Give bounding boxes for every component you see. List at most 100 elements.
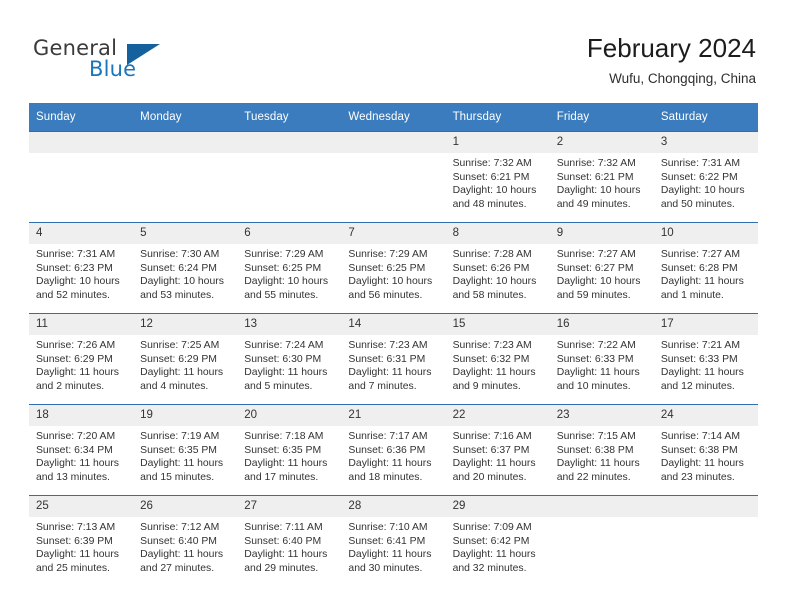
day-number xyxy=(237,132,342,153)
sunrise-text: Sunrise: 7:25 AM xyxy=(140,340,220,351)
day-number xyxy=(133,132,238,153)
daylight-text: Daylight: 11 hours and 10 minutes. xyxy=(556,367,640,392)
sunrise-text: Sunrise: 7:30 AM xyxy=(140,249,220,260)
calendar-day-cell[interactable]: 6 Sunrise: 7:29 AM Sunset: 6:25 PM Daylight… xyxy=(237,222,342,314)
calendar-day-cell[interactable]: 8 Sunrise: 7:28 AM Sunset: 6:26 PM Daylight… xyxy=(445,222,550,314)
calendar-day-cell[interactable]: 27 Sunrise: 7:11 AM Sunset: 6:40 PM Dayligh… xyxy=(237,495,342,586)
sunset-text: Sunset: 6:22 PM xyxy=(660,171,738,183)
sunset-text: Sunset: 6:42 PM xyxy=(452,535,530,547)
sunset-text: Sunset: 6:27 PM xyxy=(556,262,634,274)
calendar-week-row: 11 Sunrise: 7:26 AM Sunset: 6:29 PM Dayligh… xyxy=(29,313,758,405)
daylight-text: Daylight: 11 hours and 27 minutes. xyxy=(140,549,224,574)
daylight-text: Daylight: 10 hours and 56 minutes. xyxy=(348,276,433,301)
sunset-text: Sunset: 6:29 PM xyxy=(140,353,217,365)
daylight-text: Daylight: 11 hours and 13 minutes. xyxy=(36,458,119,483)
calendar-day-cell[interactable]: 2 Sunrise: 7:32 AM Sunset: 6:21 PM Daylight… xyxy=(549,131,654,223)
day-number xyxy=(29,132,134,153)
daylight-text: Daylight: 11 hours and 17 minutes. xyxy=(244,458,328,483)
calendar-day-cell[interactable]: 19 Sunrise: 7:19 AM Sunset: 6:35 PM Dayligh… xyxy=(133,404,238,496)
day-number: 18 xyxy=(29,405,134,426)
day-number: 8 xyxy=(445,223,550,244)
sunrise-text: Sunrise: 7:26 AM xyxy=(36,340,116,351)
day-number xyxy=(653,496,758,517)
calendar-day-cell[interactable]: 23 Sunrise: 7:15 AM Sunset: 6:38 PM Dayligh… xyxy=(549,404,654,496)
calendar-day-cell[interactable]: 13 Sunrise: 7:24 AM Sunset: 6:30 PM Dayligh… xyxy=(237,313,342,405)
calendar-week-row: 18 Sunrise: 7:20 AM Sunset: 6:34 PM Dayligh… xyxy=(29,404,758,496)
calendar-day-cell[interactable]: 15 Sunrise: 7:23 AM Sunset: 6:32 PM Dayligh… xyxy=(445,313,550,405)
calendar-day-cell-empty xyxy=(29,131,134,223)
calendar-day-cell[interactable]: 28 Sunrise: 7:10 AM Sunset: 6:41 PM Dayligh… xyxy=(341,495,446,586)
day-number: 12 xyxy=(133,314,238,335)
sunrise-text: Sunrise: 7:13 AM xyxy=(36,522,116,533)
calendar-day-cell[interactable]: 20 Sunrise: 7:18 AM Sunset: 6:35 PM Dayligh… xyxy=(237,404,342,496)
day-details: Sunrise: 7:09 AM Sunset: 6:42 PM Daylight:… xyxy=(446,517,550,575)
day-number: 5 xyxy=(133,223,238,244)
day-details: Sunrise: 7:32 AM Sunset: 6:21 PM Daylight:… xyxy=(446,153,550,211)
sunset-text: Sunset: 6:38 PM xyxy=(660,444,738,456)
calendar-day-cell[interactable]: 3 Sunrise: 7:31 AM Sunset: 6:22 PM Daylight… xyxy=(653,131,758,223)
calendar-day-cell-empty xyxy=(653,495,758,586)
day-details: Sunrise: 7:12 AM Sunset: 6:40 PM Daylight:… xyxy=(133,517,237,575)
calendar-week-row: 4 Sunrise: 7:31 AM Sunset: 6:23 PM Daylight… xyxy=(29,222,758,314)
calendar-day-cell[interactable]: 21 Sunrise: 7:17 AM Sunset: 6:36 PM Dayligh… xyxy=(341,404,446,496)
calendar-day-cell[interactable]: 11 Sunrise: 7:26 AM Sunset: 6:29 PM Dayligh… xyxy=(29,313,134,405)
weekday-header-friday: Friday xyxy=(549,103,654,132)
day-number xyxy=(549,496,654,517)
daylight-text: Daylight: 11 hours and 20 minutes. xyxy=(452,458,536,483)
day-details: Sunrise: 7:11 AM Sunset: 6:40 PM Daylight:… xyxy=(237,517,341,575)
calendar-day-cell[interactable]: 7 Sunrise: 7:29 AM Sunset: 6:25 PM Daylight… xyxy=(341,222,446,314)
calendar-day-cell[interactable]: 18 Sunrise: 7:20 AM Sunset: 6:34 PM Dayligh… xyxy=(29,404,134,496)
day-number: 6 xyxy=(237,223,342,244)
calendar-day-cell[interactable]: 14 Sunrise: 7:23 AM Sunset: 6:31 PM Dayligh… xyxy=(341,313,446,405)
day-number: 28 xyxy=(341,496,446,517)
calendar-day-cell-empty xyxy=(237,131,342,223)
day-details: Sunrise: 7:25 AM Sunset: 6:29 PM Daylight:… xyxy=(133,335,237,393)
day-number: 27 xyxy=(237,496,342,517)
calendar-day-cell[interactable]: 4 Sunrise: 7:31 AM Sunset: 6:23 PM Daylight… xyxy=(29,222,134,314)
calendar-day-cell[interactable]: 25 Sunrise: 7:13 AM Sunset: 6:39 PM Dayligh… xyxy=(29,495,134,586)
sunset-text: Sunset: 6:31 PM xyxy=(348,353,426,365)
daylight-text: Daylight: 11 hours and 22 minutes. xyxy=(556,458,640,483)
day-details: Sunrise: 7:24 AM Sunset: 6:30 PM Daylight:… xyxy=(237,335,341,393)
daylight-text: Daylight: 11 hours and 29 minutes. xyxy=(244,549,328,574)
day-number: 22 xyxy=(445,405,550,426)
day-details: Sunrise: 7:19 AM Sunset: 6:35 PM Daylight:… xyxy=(133,426,237,484)
daylight-text: Daylight: 10 hours and 50 minutes. xyxy=(660,185,745,210)
calendar-day-cell[interactable]: 22 Sunrise: 7:16 AM Sunset: 6:37 PM Dayligh… xyxy=(445,404,550,496)
day-number: 24 xyxy=(653,405,758,426)
daylight-text: Daylight: 10 hours and 55 minutes. xyxy=(244,276,329,301)
calendar-day-cell[interactable]: 29 Sunrise: 7:09 AM Sunset: 6:42 PM Dayligh… xyxy=(445,495,550,586)
calendar-day-cell[interactable]: 10 Sunrise: 7:27 AM Sunset: 6:28 PM Dayligh… xyxy=(653,222,758,314)
calendar-header-row: Sunday Monday Tuesday Wednesday Thursday Frid… xyxy=(29,103,758,132)
sunset-text: Sunset: 6:40 PM xyxy=(244,535,322,547)
calendar-day-cell[interactable]: 5 Sunrise: 7:30 AM Sunset: 6:24 PM Daylight… xyxy=(133,222,238,314)
sunset-text: Sunset: 6:35 PM xyxy=(244,444,322,456)
daylight-text: Daylight: 11 hours and 30 minutes. xyxy=(348,549,432,574)
sunset-text: Sunset: 6:36 PM xyxy=(348,444,426,456)
calendar-day-cell[interactable]: 12 Sunrise: 7:25 AM Sunset: 6:29 PM Dayligh… xyxy=(133,313,238,405)
day-number: 20 xyxy=(237,405,342,426)
page-subtitle: Wufu, Chongqing, China xyxy=(609,71,756,86)
sunset-text: Sunset: 6:33 PM xyxy=(556,353,634,365)
calendar-day-cell[interactable]: 1 Sunrise: 7:32 AM Sunset: 6:21 PM Daylight… xyxy=(445,131,550,223)
day-number: 21 xyxy=(341,405,446,426)
calendar-day-cell[interactable]: 16 Sunrise: 7:22 AM Sunset: 6:33 PM Dayligh… xyxy=(549,313,654,405)
calendar-day-cell[interactable]: 9 Sunrise: 7:27 AM Sunset: 6:27 PM Daylight… xyxy=(549,222,654,314)
sunset-text: Sunset: 6:30 PM xyxy=(244,353,322,365)
day-details: Sunrise: 7:20 AM Sunset: 6:34 PM Daylight:… xyxy=(29,426,133,484)
general-blue-logo: General Blue xyxy=(33,36,193,84)
weekday-header-tuesday: Tuesday xyxy=(237,103,342,132)
day-details: Sunrise: 7:32 AM Sunset: 6:21 PM Daylight:… xyxy=(550,153,654,211)
sunset-text: Sunset: 6:24 PM xyxy=(140,262,217,274)
sunrise-text: Sunrise: 7:20 AM xyxy=(36,431,116,442)
calendar-day-cell[interactable]: 26 Sunrise: 7:12 AM Sunset: 6:40 PM Dayligh… xyxy=(133,495,238,586)
day-details: Sunrise: 7:29 AM Sunset: 6:25 PM Daylight:… xyxy=(341,244,445,302)
day-number: 4 xyxy=(29,223,134,244)
daylight-text: Daylight: 11 hours and 25 minutes. xyxy=(36,549,119,574)
daylight-text: Daylight: 11 hours and 15 minutes. xyxy=(140,458,224,483)
calendar-day-cell[interactable]: 24 Sunrise: 7:14 AM Sunset: 6:38 PM Dayligh… xyxy=(653,404,758,496)
day-number: 23 xyxy=(549,405,654,426)
day-number: 10 xyxy=(653,223,758,244)
day-details: Sunrise: 7:27 AM Sunset: 6:27 PM Daylight:… xyxy=(550,244,654,302)
calendar-day-cell[interactable]: 17 Sunrise: 7:21 AM Sunset: 6:33 PM Dayligh… xyxy=(653,313,758,405)
